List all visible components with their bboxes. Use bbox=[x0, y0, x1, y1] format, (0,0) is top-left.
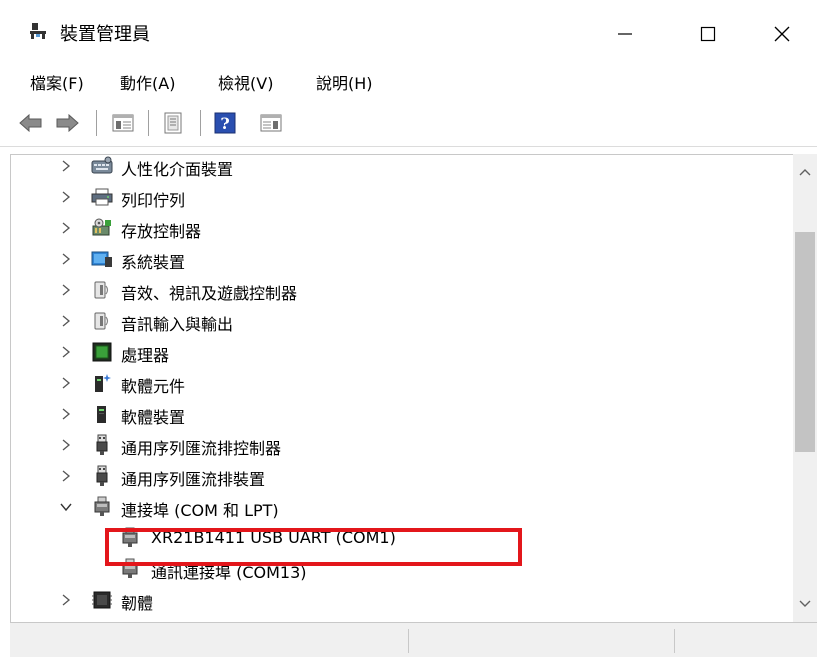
tree-item-label: 音訊輸入與輸出 bbox=[121, 315, 234, 334]
chevron-right-icon[interactable] bbox=[59, 376, 73, 390]
chevron-right-icon[interactable] bbox=[59, 190, 73, 204]
usb-icon bbox=[91, 465, 113, 487]
chevron-right-icon[interactable] bbox=[59, 407, 73, 421]
storage-controller-icon bbox=[91, 217, 113, 239]
port-icon bbox=[91, 496, 113, 518]
toolbar: ? bbox=[0, 100, 817, 147]
tree-item-label: 列印佇列 bbox=[121, 191, 186, 210]
tree-category-item[interactable]: 系統裝置 bbox=[11, 244, 791, 274]
tree-category-item[interactable]: 音效、視訊及遊戲控制器 bbox=[11, 275, 791, 305]
tree-category-item[interactable]: 連接埠 (COM 和 LPT) bbox=[11, 492, 791, 522]
tree-item-label: 軟體裝置 bbox=[121, 408, 186, 427]
tree-item-label: 處理器 bbox=[121, 346, 170, 365]
chevron-right-icon[interactable] bbox=[59, 221, 73, 235]
show-hide-console-tree-icon[interactable] bbox=[110, 111, 136, 135]
processor-icon bbox=[91, 341, 113, 363]
svg-text:?: ? bbox=[220, 114, 229, 133]
tree-item-label: 通用序列匯流排控制器 bbox=[121, 439, 282, 458]
chevron-right-icon[interactable] bbox=[59, 159, 73, 173]
tree-item-label: 連接埠 (COM 和 LPT) bbox=[121, 501, 279, 520]
status-bar bbox=[10, 622, 817, 657]
title-bar: 裝置管理員 bbox=[0, 0, 817, 62]
scroll-down-icon[interactable] bbox=[793, 592, 817, 616]
printer-icon bbox=[91, 186, 113, 208]
firmware-icon bbox=[91, 589, 113, 611]
speaker-icon bbox=[91, 310, 113, 332]
software-component-icon bbox=[91, 372, 113, 394]
maximize-button[interactable] bbox=[688, 14, 728, 54]
tree-category-item[interactable]: 軟體裝置 bbox=[11, 399, 791, 429]
properties-icon[interactable] bbox=[160, 111, 186, 135]
tree-category-item[interactable]: 軟體元件 bbox=[11, 368, 791, 398]
scroll-thumb[interactable] bbox=[795, 232, 815, 452]
chevron-right-icon[interactable] bbox=[59, 283, 73, 297]
tree-category-item[interactable]: 音訊輸入與輸出 bbox=[11, 306, 791, 336]
forward-arrow-icon[interactable] bbox=[54, 111, 80, 135]
chevron-right-icon[interactable] bbox=[59, 593, 73, 607]
chevron-right-icon[interactable] bbox=[59, 345, 73, 359]
chevron-right-icon[interactable] bbox=[59, 469, 73, 483]
help-icon[interactable]: ? bbox=[212, 111, 238, 135]
tree-item-label: 通用序列匯流排裝置 bbox=[121, 470, 266, 489]
tree-category-item[interactable]: 人性化介面裝置 bbox=[11, 155, 791, 181]
tree-item-label: 存放控制器 bbox=[121, 222, 202, 241]
highlight-box bbox=[105, 528, 522, 566]
toolbar-separator bbox=[148, 110, 149, 136]
action-pane-icon[interactable] bbox=[258, 111, 284, 135]
toolbar-separator bbox=[200, 110, 201, 136]
window-title: 裝置管理員 bbox=[60, 24, 150, 45]
toolbar-separator bbox=[96, 110, 97, 136]
system-device-icon bbox=[91, 248, 113, 270]
device-manager-icon bbox=[28, 22, 48, 40]
tree-category-item[interactable]: 通用序列匯流排裝置 bbox=[11, 461, 791, 491]
minimize-button[interactable] bbox=[605, 14, 645, 54]
chevron-down-icon[interactable] bbox=[59, 500, 73, 514]
back-arrow-icon[interactable] bbox=[18, 111, 44, 135]
tree-category-item[interactable]: 列印佇列 bbox=[11, 182, 791, 212]
chevron-right-icon[interactable] bbox=[59, 252, 73, 266]
tree-category-item[interactable]: 存放控制器 bbox=[11, 213, 791, 243]
chevron-right-icon[interactable] bbox=[59, 438, 73, 452]
speaker-icon bbox=[91, 279, 113, 301]
tree-category-item[interactable]: 韌體 bbox=[11, 585, 791, 615]
usb-icon bbox=[91, 434, 113, 456]
menu-view[interactable]: 檢視(V) bbox=[218, 70, 273, 94]
status-separator bbox=[408, 629, 409, 653]
status-separator bbox=[674, 629, 675, 653]
menu-action[interactable]: 動作(A) bbox=[120, 70, 175, 94]
menu-help[interactable]: 說明(H) bbox=[316, 70, 373, 94]
tree-category-item[interactable]: 通用序列匯流排控制器 bbox=[11, 430, 791, 460]
tree-category-item[interactable]: 處理器 bbox=[11, 337, 791, 367]
software-device-icon bbox=[91, 403, 113, 425]
menu-file[interactable]: 檔案(F) bbox=[30, 70, 84, 94]
scroll-up-icon[interactable] bbox=[793, 160, 817, 184]
hid-icon bbox=[91, 155, 113, 177]
close-button[interactable] bbox=[762, 14, 802, 54]
tree-item-label: 軟體元件 bbox=[121, 377, 186, 396]
tree-item-label: 音效、視訊及遊戲控制器 bbox=[121, 284, 298, 303]
tree-item-label: 系統裝置 bbox=[121, 253, 186, 272]
menu-bar: 檔案(F) 動作(A) 檢視(V) 說明(H) bbox=[0, 64, 817, 98]
tree-item-label: 人性化介面裝置 bbox=[121, 160, 234, 179]
tree-item-label: 韌體 bbox=[121, 594, 154, 613]
chevron-right-icon[interactable] bbox=[59, 314, 73, 328]
vertical-scrollbar[interactable] bbox=[793, 154, 817, 622]
